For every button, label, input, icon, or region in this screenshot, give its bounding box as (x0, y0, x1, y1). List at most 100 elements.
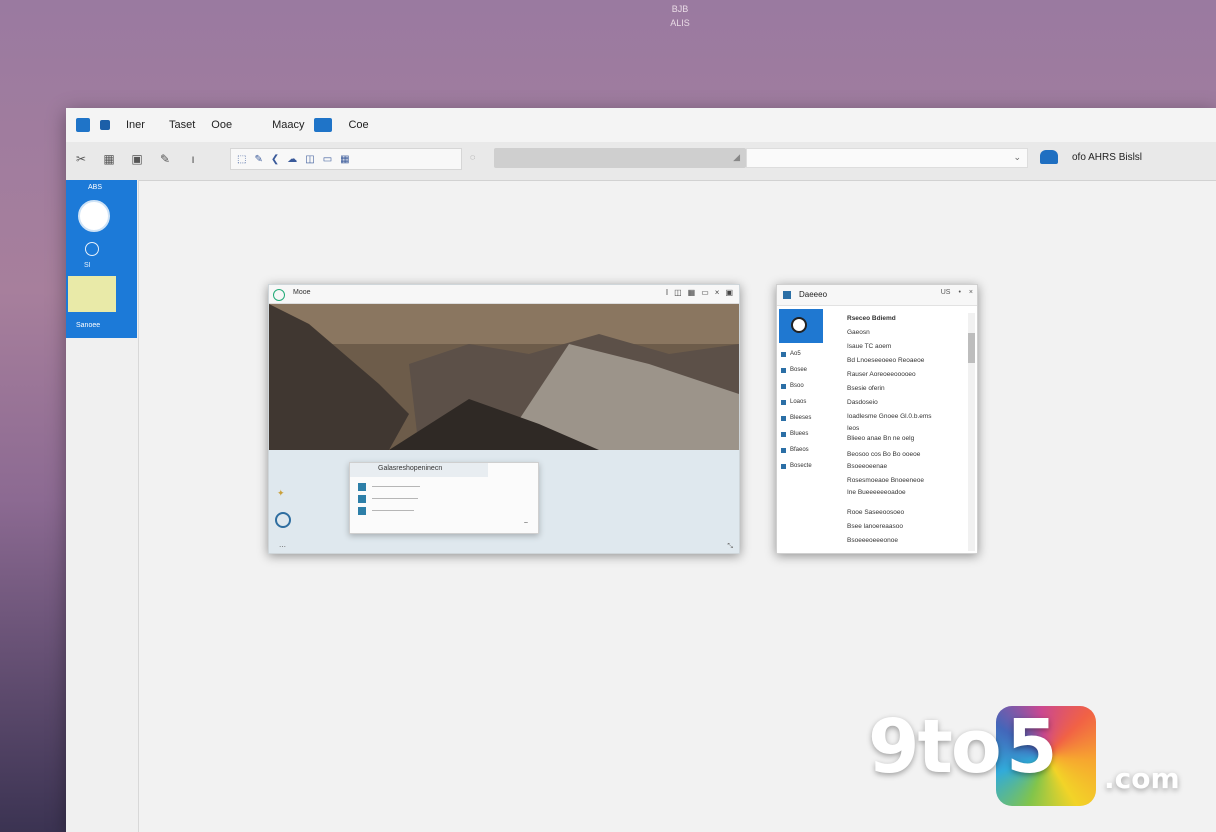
viewer-control-4[interactable]: ▭ (701, 288, 709, 297)
menu-item-ooe[interactable]: Ooe (211, 119, 232, 131)
contacts-nav-item[interactable]: Bosecte (781, 463, 812, 469)
contacts-control-2[interactable]: • (958, 289, 960, 296)
viewer-title: Mooe (293, 289, 311, 296)
viewer-control-2[interactable]: ◫ (674, 288, 682, 297)
viewer-control-1[interactable]: I (666, 288, 668, 297)
sidebar-title: ABS (88, 184, 103, 191)
contacts-nav-label: Bosecte (790, 463, 812, 469)
star-icon[interactable]: ✦ (277, 488, 287, 498)
contacts-nav-item[interactable]: Bosee (781, 367, 807, 373)
image-icon[interactable]: ▣ (128, 150, 146, 168)
search-input[interactable]: ⌄ (746, 148, 1028, 168)
viewer-control-6[interactable]: ▣ (725, 288, 733, 297)
contacts-nav-label: Bleeses (790, 415, 812, 421)
grid-icon[interactable]: ▦ (100, 150, 118, 168)
contact-detail-line: Ine Bueeeeeeoadoe (847, 489, 906, 496)
contact-detail-line: Ieos (847, 425, 860, 432)
format-button-7[interactable]: ▦ (340, 154, 349, 165)
contact-detail-line: Dasdoseio (847, 399, 878, 406)
refresh-icon[interactable] (85, 242, 99, 256)
contacts-nav-item[interactable]: Bsoo (781, 383, 804, 389)
pin-icon[interactable] (100, 120, 110, 130)
dialog-box: Galasreshopeninecn ---------------------… (349, 462, 539, 534)
tools-icon[interactable]: ✂ (72, 150, 90, 168)
menu-item-iner[interactable]: Iner (126, 119, 145, 131)
format-button-5[interactable]: ◫ (305, 154, 314, 165)
format-button-2[interactable]: ✎ (254, 154, 262, 165)
contact-detail-line: Rosesmoeaoe Bnoeeneoe (847, 477, 924, 484)
contacts-control-1[interactable]: US (941, 289, 951, 296)
contacts-nav: Ao5 Bosee Bsoo Loaos Bleeses Bluees Bfae… (777, 307, 841, 553)
dialog-row[interactable]: --------------------- (358, 507, 414, 515)
sidebar-thumbnail[interactable] (68, 276, 116, 312)
format-button-1[interactable]: ⬚ (237, 154, 246, 165)
contact-detail-line: Rooe Saseeoosoeo (847, 509, 905, 516)
user-icon (791, 317, 807, 333)
toolbar: ✂ ▦ ▣ ✎ ı ⬚ ✎ ❮ ☁ ◫ ▭ ▦ ◌ ◢ ⌄ ofo AHRS B… (66, 142, 1216, 181)
contacts-nav-item[interactable]: Bluees (781, 431, 808, 437)
cloud-icon[interactable] (314, 118, 333, 132)
contacts-nav-label: Bsoo (790, 383, 804, 389)
app-icon[interactable] (76, 118, 90, 132)
avatar[interactable] (78, 200, 110, 232)
dialog-confirm-button[interactable]: ~ (524, 520, 528, 527)
dialog-row-text: ------------------------ (372, 484, 420, 490)
contact-detail-line: Blieeo anae Bn ne oelg (847, 435, 915, 442)
status-text: ofo AHRS Bislsl (1072, 152, 1143, 163)
logo-text-mid: 5 (1006, 704, 1058, 790)
address-bar[interactable]: ◢ (494, 148, 746, 168)
format-button-6[interactable]: ▭ (323, 154, 332, 165)
menu-bar: Iner Taset Ooe Maacy Coe (66, 108, 1216, 142)
viewer-more-icon[interactable]: ⋯ (279, 543, 286, 551)
viewer-close-button[interactable]: × (715, 288, 720, 297)
dialog-row[interactable]: ----------------------- (358, 495, 418, 503)
contacts-nav-label: Loaos (790, 399, 807, 405)
contact-detail-line: Rauser Aoreoeeooooeo (847, 371, 916, 378)
viewer-control-3[interactable]: ▦ (688, 288, 696, 297)
contacts-nav-item[interactable]: Bleeses (781, 415, 811, 421)
site-watermark-logo: 9to 5 .com (868, 700, 1198, 810)
dialog-title: Galasreshopeninecn (378, 465, 443, 472)
contact-detail-line: Bsesie oferin (847, 385, 885, 392)
dialog-header: Galasreshopeninecn (350, 463, 488, 477)
dialog-row-text: --------------------- (372, 508, 414, 514)
menu-item-coe[interactable]: Coe (348, 119, 368, 131)
chevron-down-icon[interactable]: ⌄ (1013, 152, 1021, 163)
contacts-nav-item[interactable]: Loaos (781, 399, 806, 405)
logo-text-suffix: .com (1104, 762, 1180, 795)
contacts-titlebar: Daeeeo US • × (777, 285, 977, 306)
cloud-sync-icon[interactable] (1040, 150, 1058, 164)
toolbar-left-group: ✂ ▦ ▣ ✎ ı (72, 150, 202, 168)
contact-detail-line: Bsoeeeoeeeonoe (847, 537, 898, 544)
dialog-row[interactable]: ------------------------ (358, 483, 420, 491)
sidebar-small-text: SI (84, 262, 91, 269)
contacts-controls: US • × (941, 289, 973, 296)
menu-item-maacy[interactable]: Maacy (272, 119, 304, 131)
cursor-icon[interactable]: ı (184, 150, 202, 168)
contacts-nav-label: Bosee (790, 367, 808, 373)
contacts-close-button[interactable]: × (969, 289, 973, 296)
nav-dot-icon (781, 447, 786, 453)
contacts-nav-item[interactable]: Ao5 (781, 351, 801, 357)
scrollbar[interactable] (968, 313, 975, 551)
contact-detail-line: Isaue TC aoem (847, 343, 892, 350)
scrollbar-thumb[interactable] (968, 333, 975, 363)
contact-detail-line: Gaeosn (847, 329, 870, 336)
nav-dot-icon (781, 399, 786, 405)
logo-text-left: 9to (868, 704, 1002, 790)
globe-icon[interactable] (275, 512, 291, 528)
top-mark-line1: BJB (671, 4, 689, 14)
pen-icon[interactable]: ✎ (156, 150, 174, 168)
contacts-nav-item[interactable]: Bfaeos (781, 447, 809, 453)
format-button-3[interactable]: ❮ (271, 154, 279, 165)
contact-avatar[interactable] (779, 309, 823, 343)
contacts-title: Daeeeo (799, 290, 828, 299)
viewer-titlebar: Mooe I ◫ ▦ ▭ × ▣ (269, 285, 739, 304)
contact-detail-line: Bsoeeoeenae (847, 463, 888, 470)
viewer-resize-icon[interactable]: ⤡ (727, 543, 733, 551)
format-button-4[interactable]: ☁ (287, 154, 297, 165)
format-toolbar: ⬚ ✎ ❮ ☁ ◫ ▭ ▦ (230, 148, 462, 170)
menu-item-taset[interactable]: Taset (169, 119, 195, 131)
contact-detail-line: Bsee lanoereaasoo (847, 523, 904, 530)
nav-dot-icon (781, 383, 786, 389)
